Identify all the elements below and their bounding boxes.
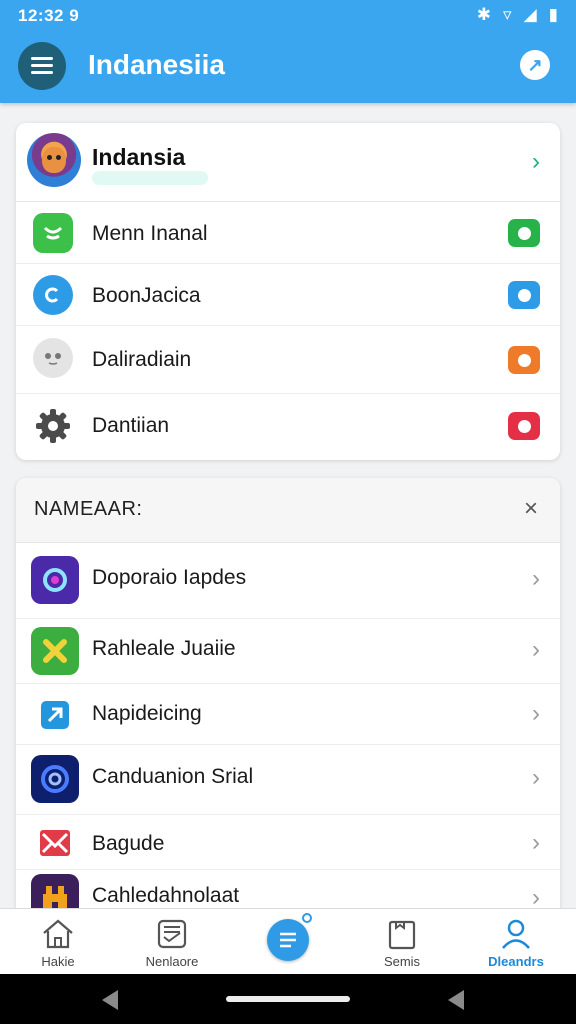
- settings-row-menn-inanal[interactable]: Menn Inanal: [16, 202, 560, 264]
- help-icon[interactable]: ↗: [520, 50, 550, 80]
- settings-label: Menn Inanal: [92, 222, 208, 245]
- settings-row-boonjacica[interactable]: BoonJacica: [16, 264, 560, 326]
- list-item-label: Rahleale Juaiie: [92, 637, 236, 660]
- nav-label: Hakie: [41, 954, 75, 969]
- setting-toggle[interactable]: [508, 219, 540, 247]
- nav-label: Semis: [383, 954, 421, 969]
- ring-app-icon: [31, 556, 79, 604]
- x-app-icon: [31, 627, 79, 675]
- list-item[interactable]: Doporaio Iapdes ›: [16, 543, 560, 619]
- apps-card: NAMEAAR: × Doporaio Iapdes › Rahleale Ju…: [16, 478, 560, 924]
- home-gesture-bar[interactable]: [226, 996, 350, 1002]
- nav-item-inbox[interactable]: Nenlaore: [117, 909, 227, 975]
- chevron-right-icon: ›: [532, 565, 540, 592]
- setting-toggle[interactable]: [508, 281, 540, 309]
- nav-label: Dleandrs: [488, 954, 544, 969]
- profile-row[interactable]: Indansia ›: [16, 123, 560, 202]
- inbox-icon: [157, 919, 187, 949]
- clipboard-icon: [388, 920, 416, 950]
- app-bar: 12:32 9 ✱ ▿ ◢ ▮ Indanesiia ↗: [0, 0, 576, 103]
- list-item-label: Bagude: [92, 832, 165, 855]
- profile-icon: [502, 919, 530, 949]
- list-item[interactable]: Napideicing ›: [16, 684, 560, 745]
- gear-icon: [33, 406, 73, 446]
- chevron-right-icon: ›: [532, 700, 540, 727]
- nav-label: Nenlaore: [145, 954, 199, 969]
- recents-icon[interactable]: [448, 990, 464, 1010]
- profile-name: Indansia: [92, 144, 186, 170]
- face-icon: [33, 338, 73, 378]
- settings-row-daliradiain[interactable]: Daliradiain: [16, 326, 560, 394]
- status-icons: ✱ ▿ ◢ ▮: [477, 5, 558, 25]
- chevron-right-icon: ›: [532, 829, 540, 856]
- envelope-app-icon: [31, 819, 79, 867]
- section-header: NAMEAAR: ×: [16, 478, 560, 543]
- shield-icon: [33, 275, 73, 315]
- settings-label: BoonJacica: [92, 284, 201, 307]
- chevron-right-icon: ›: [532, 636, 540, 663]
- hamburger-menu-icon[interactable]: [18, 42, 66, 90]
- profile-subtitle-placeholder: [92, 171, 208, 185]
- compose-fab-icon[interactable]: [267, 919, 309, 961]
- settings-row-dantiian[interactable]: Dantiian: [16, 394, 560, 460]
- battery-icon: ▮: [548, 5, 558, 24]
- nav-item-semis[interactable]: Semis: [347, 909, 457, 975]
- bottom-navigation: Hakie Nenlaore Semis Dleandrs: [0, 908, 576, 974]
- list-item-label: Napideicing: [92, 702, 202, 725]
- nav-item-profile[interactable]: Dleandrs: [461, 909, 571, 975]
- wifi-icon: ▿: [503, 5, 512, 24]
- page-title: Indanesiia: [88, 49, 225, 80]
- list-item[interactable]: Rahleale Juaiie ›: [16, 619, 560, 684]
- home-icon: [43, 919, 73, 949]
- settings-label: Dantiian: [92, 414, 170, 437]
- back-icon[interactable]: [102, 990, 118, 1010]
- list-item[interactable]: Canduanion Srial ›: [16, 745, 560, 815]
- system-navigation-bar: [0, 974, 576, 1024]
- list-item-label: Cahledahnolaat: [92, 884, 240, 907]
- close-icon[interactable]: ×: [524, 495, 538, 523]
- signal-icon: ◢: [523, 5, 537, 24]
- chat-bubble-icon: [33, 213, 73, 253]
- list-item-label: Canduanion Srial: [92, 765, 254, 788]
- chevron-right-icon: ›: [532, 764, 540, 791]
- target-app-icon: [31, 755, 79, 803]
- nav-item-home[interactable]: Hakie: [3, 909, 113, 975]
- setting-toggle[interactable]: [508, 412, 540, 440]
- avatar: [27, 133, 81, 187]
- chevron-right-icon[interactable]: ›: [532, 148, 540, 176]
- box-arrow-app-icon: [31, 691, 79, 739]
- settings-label: Daliradiain: [92, 348, 192, 371]
- setting-toggle[interactable]: [508, 346, 540, 374]
- bluetooth-icon: ✱: [476, 5, 492, 24]
- status-time: 12:32 9: [18, 6, 80, 25]
- profile-settings-card: Indansia › Menn Inanal BoonJacica Dalira…: [16, 123, 560, 460]
- section-title: NAMEAAR:: [34, 498, 143, 520]
- list-item[interactable]: Bagude ›: [16, 815, 560, 870]
- list-item-label: Doporaio Iapdes: [92, 566, 247, 589]
- notification-badge: [302, 913, 312, 923]
